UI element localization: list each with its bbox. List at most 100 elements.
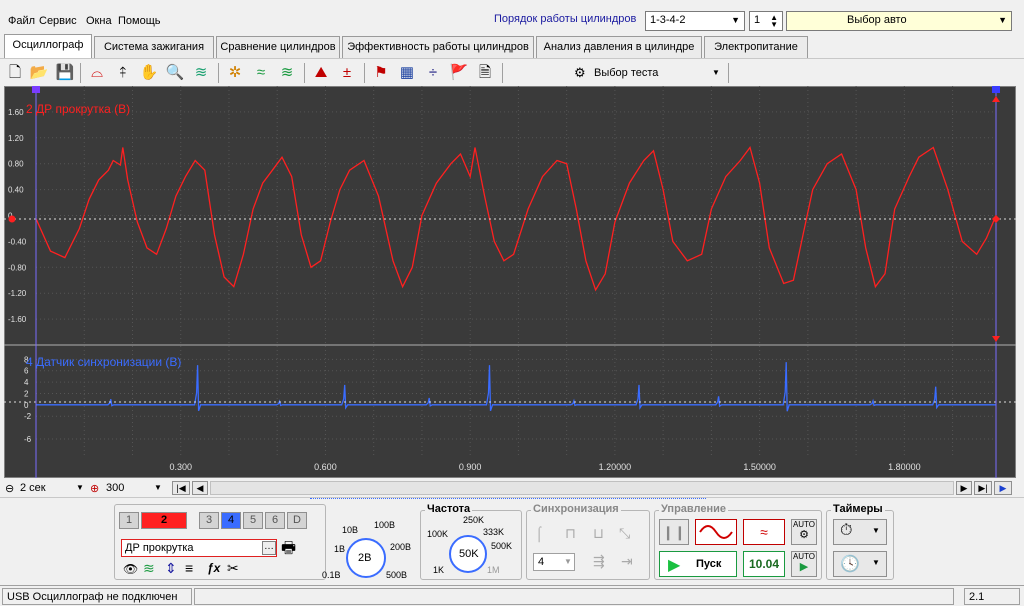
sync-center-icon[interactable]: ⇥: [621, 553, 633, 570]
channel-d-button[interactable]: D: [287, 512, 307, 529]
panel-splitter[interactable]: [310, 498, 706, 501]
channel-name-field[interactable]: ДР прокрутка …: [121, 539, 277, 557]
print-icon[interactable]: 🖶: [281, 537, 296, 564]
scroll-end-button[interactable]: ▶|: [974, 481, 992, 495]
menu-help[interactable]: Помощь: [118, 13, 161, 29]
cylinder-order-label: Порядок работы цилиндров: [494, 13, 637, 25]
multi-wave-button[interactable]: ≈: [743, 519, 785, 545]
pulse-down-icon[interactable]: ⊔: [593, 525, 604, 542]
menu-windows[interactable]: Окна: [86, 13, 112, 29]
eye-icon[interactable]: 👁: [123, 562, 138, 576]
pulse-up-icon[interactable]: ⊓: [565, 525, 576, 542]
timer-1-button[interactable]: ⏱ ▼: [833, 519, 887, 545]
scroll-right-button[interactable]: ▶: [956, 481, 972, 495]
marker-icon[interactable]: ⚑: [370, 62, 392, 84]
time-div-select[interactable]: 2 сек ▼: [18, 481, 88, 496]
down-arrow-icon: [992, 336, 1000, 342]
chevron-down-icon: ▼: [998, 15, 1007, 25]
tab-power-supply[interactable]: Электропитание: [704, 36, 808, 58]
test-select[interactable]: ⚙ Выбор теста ▼: [566, 63, 726, 83]
chevron-down-icon: ▼: [712, 68, 720, 77]
rising-edge-icon[interactable]: ⌠: [535, 525, 543, 541]
start-button[interactable]: ▶ Пуск: [659, 551, 737, 577]
notes-icon[interactable]: 🗎: [474, 62, 496, 84]
split-icon[interactable]: ÷: [422, 62, 444, 84]
ch2-title: 2 ДР прокрутка (В): [26, 102, 130, 116]
tools-icon[interactable]: ✂: [227, 560, 239, 577]
filter-icon[interactable]: ≋: [190, 62, 212, 84]
channel-6-button[interactable]: 6: [265, 512, 285, 529]
wave-compare-icon[interactable]: ≋: [276, 62, 298, 84]
sync-channel-select[interactable]: 4 ▼: [533, 553, 575, 571]
table-icon[interactable]: ▦: [396, 62, 418, 84]
ch4-title: 4 Датчик синхронизации (В): [26, 355, 181, 369]
flag-icon[interactable]: 🚩: [448, 62, 470, 84]
function-icon[interactable]: ƒx: [207, 561, 220, 575]
cylinder-number-spinner[interactable]: 1 ▲ ▼: [749, 11, 783, 31]
new-file-icon[interactable]: 🗋: [4, 62, 26, 84]
control-group: Управление ❙❙ ≈ AUTO ⚙ ▶ Пуск 10.04 AUTO ▶: [654, 503, 822, 580]
time-scrollbar[interactable]: [210, 481, 954, 495]
auto-start-button[interactable]: AUTO ▶: [791, 551, 817, 577]
xtick-label: 0.900: [459, 462, 482, 472]
sine-mode-button[interactable]: [695, 519, 737, 545]
vehicle-select[interactable]: Выбор авто ▼: [786, 11, 1012, 31]
ytick-label: -1.60: [8, 315, 27, 324]
open-folder-icon[interactable]: 📂: [28, 62, 50, 84]
cylinder-order-select[interactable]: 1-3-4-2 ▼: [645, 11, 745, 31]
scroll-left-button[interactable]: ◀: [192, 481, 208, 495]
cursor-measure-icon[interactable]: ⤉: [112, 62, 134, 84]
sync-label: Синхронизация: [531, 503, 621, 515]
zoom-out-icon[interactable]: ⊖: [5, 482, 14, 495]
pause-button[interactable]: ❙❙: [659, 519, 689, 545]
tab-cylinder-efficiency[interactable]: Эффективность работы цилиндров: [342, 36, 534, 58]
more-icon[interactable]: …: [262, 541, 276, 555]
ytick-label: 0.40: [8, 186, 24, 195]
wave-filter-icon[interactable]: ≋: [143, 560, 155, 577]
play-icon: ▶: [799, 561, 809, 573]
chevron-down-icon: ▼: [872, 526, 880, 535]
channel-3-button[interactable]: 3: [199, 512, 219, 529]
zoom-icon[interactable]: 🔍: [164, 62, 186, 84]
channel-2-button[interactable]: 2: [141, 512, 187, 529]
tab-oscilloscope[interactable]: Осциллограф: [4, 34, 92, 58]
auto-scale-icon[interactable]: ⛰: [310, 62, 332, 84]
sync-group: Синхронизация ⌠ ⊓ ⊔ ⤡ 4 ▼ ⇶ ⇥: [526, 503, 650, 580]
frequency-knob[interactable]: 50K: [449, 535, 487, 573]
status-version: 2.1: [964, 588, 1020, 605]
trigger-icon[interactable]: ⌓: [86, 62, 108, 84]
menu-service[interactable]: Сервис: [39, 13, 77, 29]
hand-pan-icon[interactable]: ✋: [138, 62, 160, 84]
slope-icon[interactable]: ⤡: [619, 525, 630, 542]
channel-1-button[interactable]: 1: [119, 512, 139, 529]
lines-icon[interactable]: ≡: [185, 560, 193, 576]
zoom-in-icon[interactable]: ⊕: [90, 482, 99, 495]
timer-2-button[interactable]: 🕓 ▼: [833, 551, 887, 577]
chevron-down-icon: ▼: [872, 558, 880, 567]
xtick-label: 0.600: [314, 462, 337, 472]
tab-pressure-analysis[interactable]: Анализ давления в цилиндре: [536, 36, 702, 58]
ch4-trace: [36, 362, 996, 412]
volts-knob-group: 10В 100В 1В 200В 0.1В 500В 2В: [322, 520, 412, 580]
tab-cylinder-compare[interactable]: Сравнение цилиндров: [216, 36, 340, 58]
volts-knob[interactable]: 2В: [346, 538, 386, 578]
sample-rate-display: 10.04: [743, 551, 785, 577]
cursor-1-marker: [32, 86, 40, 93]
oscilloscope-display[interactable]: 1.601.200.800.400-0.40-0.80-1.20-1.60 86…: [4, 86, 1016, 478]
multi-wave-icon[interactable]: ≈: [250, 62, 272, 84]
channel-4-button[interactable]: 4: [221, 512, 241, 529]
sync-level-icon[interactable]: ⇶: [593, 553, 605, 570]
control-panel: 1 2 3 4 5 6 D ДР прокрутка … 🖶 👁 ≋ ⇕ ≡ ƒ…: [0, 497, 1024, 583]
save-icon[interactable]: 💾: [54, 62, 76, 84]
scroll-start-button[interactable]: |◀: [172, 481, 190, 495]
menu-file[interactable]: Файл: [8, 13, 35, 29]
points-select[interactable]: 300 ▼: [104, 481, 166, 496]
invert-icon[interactable]: ⇕: [165, 560, 177, 577]
channel-5-button[interactable]: 5: [243, 512, 263, 529]
overlay-icon[interactable]: ✲: [224, 62, 246, 84]
zero-level-icon[interactable]: ±: [336, 62, 358, 84]
play-scroll-button[interactable]: ▶: [994, 481, 1012, 495]
tab-ignition[interactable]: Система зажигания: [94, 36, 214, 58]
auto-config-button[interactable]: AUTO ⚙: [791, 519, 817, 545]
status-bar: USB Осциллограф не подключен 2.1: [0, 585, 1024, 606]
